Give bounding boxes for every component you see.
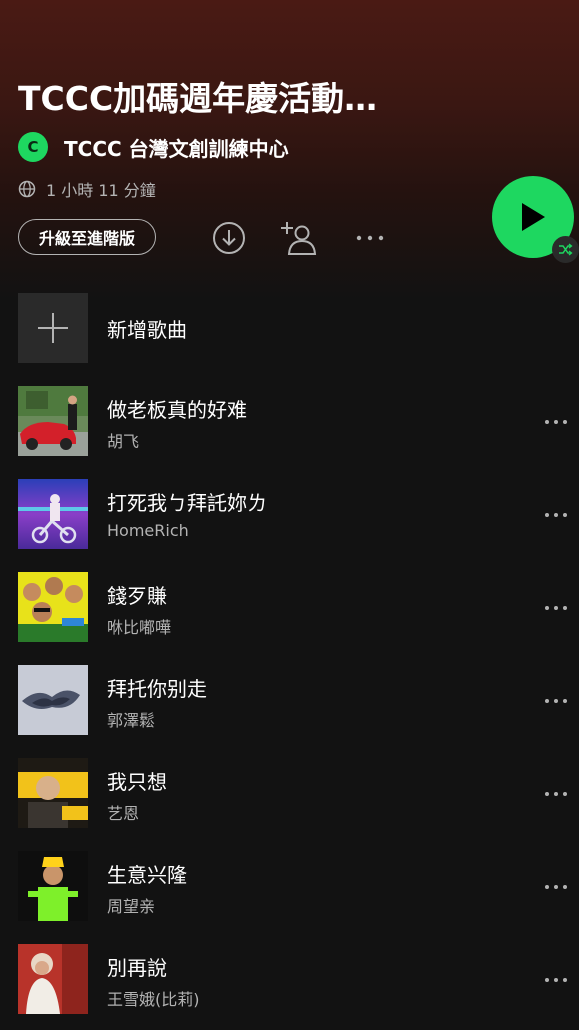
- add-song-label: 新增歌曲: [107, 317, 187, 342]
- add-song-tile[interactable]: [18, 293, 88, 363]
- track-title: 拜托你别走: [107, 677, 207, 701]
- album-cover: [18, 479, 88, 549]
- more-icon: [545, 885, 567, 889]
- track-more-button[interactable]: [544, 687, 579, 715]
- plus-icon: [38, 313, 68, 343]
- track-more-button[interactable]: [544, 501, 579, 529]
- upgrade-button[interactable]: 升級至進階版: [18, 219, 157, 255]
- owner-avatar[interactable]: C: [18, 132, 48, 162]
- play-icon: [522, 203, 545, 231]
- more-options-button[interactable]: [350, 218, 390, 258]
- track-row[interactable]: 做老板真的好难 胡飞: [18, 386, 579, 458]
- track-more-button[interactable]: [544, 873, 579, 901]
- download-button[interactable]: [209, 218, 249, 258]
- track-artist: HomeRich: [107, 521, 189, 540]
- playlist-screen: TCCC加碼週年慶活動… C TCCC 台灣文創訓練中心 1 小時 11 分鐘 …: [0, 0, 579, 1030]
- track-more-button[interactable]: [544, 408, 579, 436]
- track-row[interactable]: 錢歹賺 咻比嘟嘩: [18, 572, 579, 644]
- more-icon: [356, 235, 384, 241]
- track-artist: 艺恩: [107, 804, 140, 823]
- track-row[interactable]: 打死我ㄅ拜託妳ㄌ HomeRich: [18, 479, 579, 551]
- track-artist: 周望亲: [107, 897, 156, 916]
- track-title: 做老板真的好难: [107, 398, 247, 422]
- album-cover: [18, 386, 88, 456]
- album-cover: [18, 944, 88, 1014]
- album-cover: [18, 665, 88, 735]
- track-artist: 郭澤鬆: [107, 711, 156, 730]
- track-row[interactable]: 我只想 艺恩: [18, 758, 579, 830]
- track-title: 我只想: [107, 770, 167, 794]
- globe-icon: [18, 180, 36, 198]
- owner-name[interactable]: TCCC 台灣文創訓練中心: [64, 133, 289, 162]
- album-cover: [18, 758, 88, 828]
- add-collaborator-button[interactable]: [279, 218, 319, 258]
- shuffle-button[interactable]: [552, 236, 579, 263]
- more-icon: [545, 792, 567, 796]
- download-icon: [213, 222, 245, 254]
- track-row[interactable]: 別再說 王雪娥(比莉): [18, 944, 579, 1016]
- album-cover: [18, 851, 88, 921]
- add-user-icon: [281, 222, 317, 255]
- duration-label: 1 小時 11 分鐘: [46, 181, 156, 200]
- more-icon: [545, 699, 567, 703]
- track-artist: 咻比嘟嘩: [107, 618, 172, 637]
- more-icon: [545, 606, 567, 610]
- track-more-button[interactable]: [544, 594, 579, 622]
- track-title: 別再說: [107, 956, 167, 980]
- shuffle-icon: [559, 243, 573, 256]
- track-row[interactable]: 生意兴隆 周望亲: [18, 851, 579, 923]
- more-icon: [545, 420, 567, 424]
- playlist-meta: 1 小時 11 分鐘: [18, 178, 156, 200]
- track-more-button[interactable]: [544, 966, 579, 994]
- track-more-button[interactable]: [544, 780, 579, 808]
- more-icon: [545, 513, 567, 517]
- track-artist: 胡飞: [107, 432, 140, 451]
- track-title: 打死我ㄅ拜託妳ㄌ: [107, 491, 267, 515]
- add-song-row[interactable]: 新增歌曲: [18, 293, 187, 363]
- track-row[interactable]: 拜托你别走 郭澤鬆: [18, 665, 579, 737]
- track-title: 錢歹賺: [107, 584, 167, 608]
- more-icon: [545, 978, 567, 982]
- track-title: 生意兴隆: [107, 863, 187, 887]
- album-cover: [18, 572, 88, 642]
- owner-row[interactable]: C TCCC 台灣文創訓練中心: [18, 132, 289, 162]
- track-artist: 王雪娥(比莉): [107, 990, 200, 1009]
- playlist-title: TCCC加碼週年慶活動…: [18, 79, 378, 118]
